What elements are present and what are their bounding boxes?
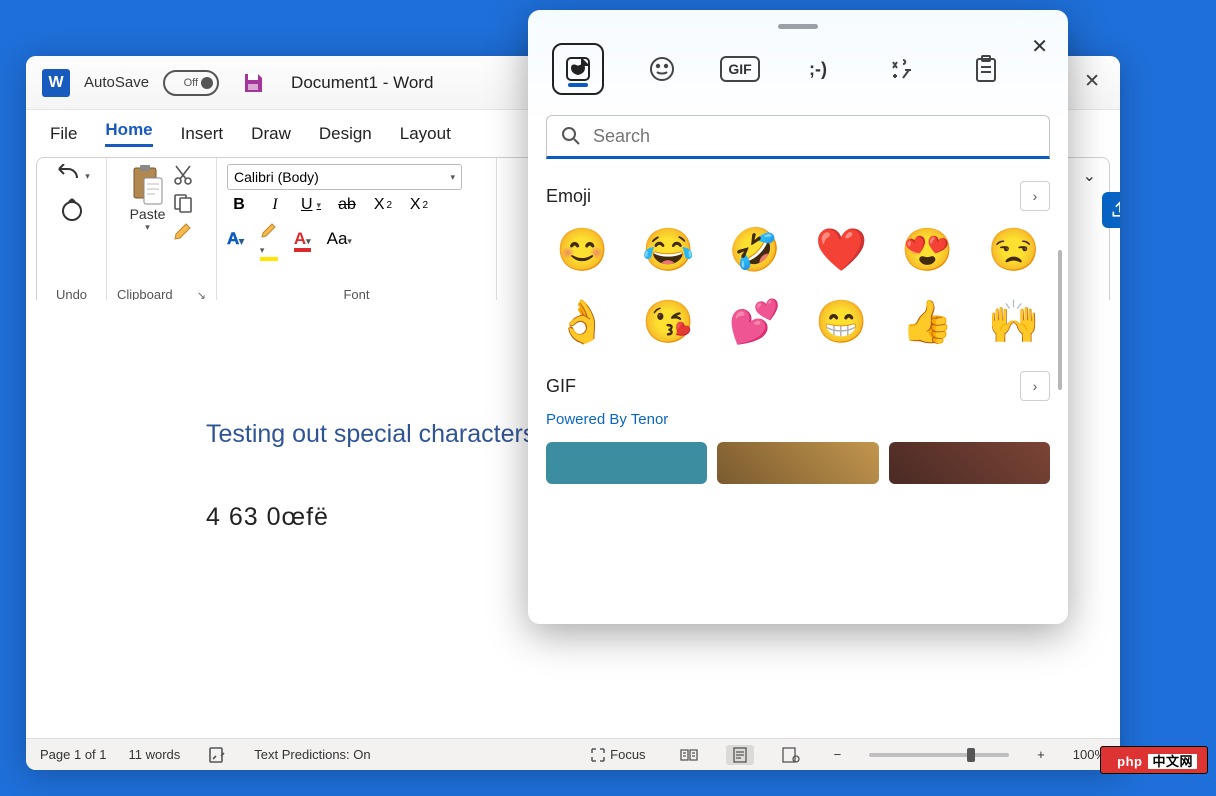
text-effects-button[interactable]: A▾	[227, 229, 244, 249]
underline-button[interactable]: U▾	[299, 196, 323, 214]
menu-design[interactable]: Design	[319, 124, 372, 144]
zoom-out-button[interactable]: −	[828, 745, 848, 764]
tab-smileys[interactable]	[636, 43, 688, 95]
status-page[interactable]: Page 1 of 1	[40, 747, 107, 762]
tab-clipboard-history[interactable]	[960, 43, 1012, 95]
emoji-tabs: GIF ;-)	[546, 43, 1050, 95]
gif-section-more-button[interactable]: ›	[1020, 371, 1050, 401]
autosave-label: AutoSave	[84, 74, 149, 91]
gif-thumbnail-row	[546, 442, 1050, 484]
share-button[interactable]	[1102, 192, 1120, 228]
tab-symbols[interactable]	[876, 43, 928, 95]
emoji-item[interactable]: 🤣	[729, 229, 781, 271]
emoji-item[interactable]: 🙌	[988, 301, 1040, 343]
zoom-slider[interactable]	[869, 753, 1009, 757]
emoji-item[interactable]: ❤️	[815, 229, 867, 271]
menu-insert[interactable]: Insert	[181, 124, 224, 144]
document-title: Document1 - Word	[291, 73, 433, 93]
emoji-picker-panel: ✕ GIF ;-) Emoji › 😊 😂 🤣 ❤️ 😍 😒 👌 😘 💕	[528, 10, 1068, 624]
tenor-attribution-link[interactable]: Powered By Tenor	[546, 411, 1050, 428]
emoji-item[interactable]: 😒	[988, 229, 1040, 271]
subscript-button[interactable]: X2	[371, 196, 395, 214]
emoji-grid: 😊 😂 🤣 ❤️ 😍 😒 👌 😘 💕 😁 👍 🙌	[546, 229, 1050, 343]
emoji-panel-close-button[interactable]: ✕	[1031, 34, 1048, 59]
zoom-in-button[interactable]: +	[1031, 745, 1051, 764]
tab-gif[interactable]: GIF	[720, 56, 760, 82]
font-name-select[interactable]: Calibri (Body)▾	[227, 164, 462, 190]
format-painter-button[interactable]	[172, 220, 194, 242]
save-icon[interactable]	[239, 69, 267, 97]
panel-drag-handle[interactable]	[778, 24, 818, 29]
undo-button[interactable]: ▾	[53, 164, 90, 188]
menu-layout[interactable]: Layout	[400, 124, 451, 144]
ribbon-group-undo: ▾ Undo	[37, 158, 107, 306]
status-word-count[interactable]: 11 words	[129, 747, 181, 762]
word-logo-icon: W	[42, 69, 70, 97]
status-spellcheck-button[interactable]	[202, 744, 232, 766]
autosave-toggle[interactable]: Off	[163, 70, 219, 96]
highlight-button[interactable]: ▾	[260, 220, 278, 258]
window-close-button[interactable]: ✕	[1084, 70, 1100, 93]
emoji-item[interactable]: 😁	[815, 301, 867, 343]
print-layout-button[interactable]	[726, 745, 754, 765]
focus-mode-button[interactable]: Focus	[584, 745, 651, 765]
strikethrough-button[interactable]: ab	[335, 196, 359, 214]
cut-button[interactable]	[172, 164, 194, 186]
emoji-search-box[interactable]	[546, 115, 1050, 159]
change-case-button[interactable]: Aa▾	[327, 229, 352, 249]
emoji-item[interactable]: 😂	[642, 229, 694, 271]
emoji-item[interactable]: 💕	[729, 301, 781, 343]
gif-thumbnail[interactable]	[546, 442, 707, 484]
site-watermark: php中文网	[1100, 746, 1208, 774]
repeat-button[interactable]	[59, 190, 85, 224]
emoji-search-input[interactable]	[593, 126, 1035, 147]
menu-draw[interactable]: Draw	[251, 124, 291, 144]
ribbon-group-clipboard: Paste ▾ Clipboard ↘	[107, 158, 217, 306]
emoji-item[interactable]: 👌	[556, 301, 608, 343]
ribbon-collapse-chevron-icon[interactable]: ⌄	[1083, 166, 1096, 186]
menu-home[interactable]: Home	[105, 120, 152, 147]
emoji-item[interactable]: 😊	[556, 229, 608, 271]
statusbar: Page 1 of 1 11 words Text Predictions: O…	[26, 738, 1120, 770]
copy-button[interactable]	[172, 192, 194, 214]
emoji-section-heading: Emoji	[546, 186, 591, 207]
tab-kaomoji[interactable]: ;-)	[792, 43, 844, 95]
emoji-item[interactable]: 👍	[901, 301, 953, 343]
italic-button[interactable]: I	[263, 196, 287, 214]
tab-recent-stickers[interactable]	[552, 43, 604, 95]
superscript-button[interactable]: X2	[407, 196, 431, 214]
bold-button[interactable]: B	[227, 196, 251, 214]
ribbon-group-font: Calibri (Body)▾ B I U▾ ab X2 X2 A▾ ▾ A▾ …	[217, 158, 497, 306]
read-mode-button[interactable]	[674, 746, 704, 764]
emoji-item[interactable]: 😍	[901, 229, 953, 271]
font-color-button[interactable]: A▾	[294, 229, 311, 249]
gif-thumbnail[interactable]	[717, 442, 878, 484]
gif-thumbnail[interactable]	[889, 442, 1050, 484]
status-text-predictions[interactable]: Text Predictions: On	[254, 747, 370, 762]
emoji-section-more-button[interactable]: ›	[1020, 181, 1050, 211]
paste-button[interactable]: Paste ▾	[130, 164, 166, 233]
gif-section-heading: GIF	[546, 376, 576, 397]
emoji-item[interactable]: 😘	[642, 301, 694, 343]
emoji-panel-scrollbar[interactable]	[1058, 250, 1062, 390]
search-icon	[561, 126, 581, 146]
menu-file[interactable]: File	[50, 124, 77, 144]
web-layout-button[interactable]	[776, 745, 806, 765]
